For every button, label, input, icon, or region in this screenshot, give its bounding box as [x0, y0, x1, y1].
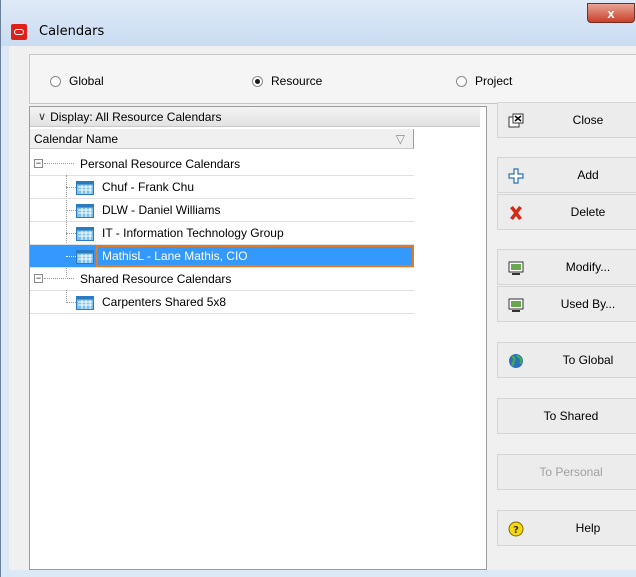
tree-calendar-label: DLW - Daniel Williams	[102, 203, 221, 217]
used-by-button[interactable]: Used By...	[497, 286, 636, 322]
delete-button-label: Delete	[570, 205, 606, 219]
column-header-calendar-name[interactable]: Calendar Name ▽	[30, 129, 414, 149]
globe-icon	[509, 354, 523, 368]
calendar-icon	[76, 227, 94, 241]
calendar-icon	[76, 296, 94, 310]
radio-global-circle[interactable]	[50, 75, 61, 87]
radio-resource-label: Resource	[271, 74, 323, 88]
collapse-icon[interactable]: −	[34, 274, 43, 283]
monitor-edit-icon	[508, 261, 524, 275]
to-personal-button[interactable]: To Personal	[497, 454, 636, 490]
column-header-label: Calendar Name	[34, 131, 119, 146]
close-window-icon	[508, 113, 524, 128]
tree-calendar-label: Carpenters Shared 5x8	[102, 295, 227, 309]
dialog-body: Global Resource Project ∨ Display: All R…	[9, 46, 636, 570]
add-button-label: Add	[577, 168, 599, 182]
filter-icon[interactable]: ▽	[396, 132, 405, 146]
calendar-icon	[76, 181, 94, 195]
tree-row-group[interactable]: − Shared Resource Calendars	[30, 268, 414, 291]
calendars-window: Calendars x Global Resource Project ∨ Di…	[0, 0, 636, 577]
tree-calendar-label: Chuf - Frank Chu	[102, 180, 195, 194]
add-button[interactable]: Add	[497, 157, 636, 193]
radio-global-label: Global	[69, 74, 104, 88]
oracle-app-icon	[11, 24, 27, 40]
display-filter-label: Display: All Resource Calendars	[50, 109, 222, 124]
calendar-type-radio-group: Global Resource Project	[29, 54, 636, 104]
collapse-icon[interactable]: −	[34, 159, 43, 168]
svg-text:?: ?	[513, 525, 519, 536]
tree-calendar-label: IT - Information Technology Group	[102, 226, 284, 240]
radio-project-label: Project	[475, 74, 513, 88]
radio-global[interactable]: Global	[50, 73, 104, 89]
tree-connector	[44, 278, 74, 279]
tree-row-group[interactable]: − Personal Resource Calendars	[30, 153, 414, 176]
to-global-button-label: To Global	[562, 353, 614, 367]
red-x-icon	[510, 206, 522, 220]
help-icon: ?	[508, 521, 524, 537]
tree-row-calendar-selected[interactable]: MathisL - Lane Mathis, CIO	[30, 245, 414, 268]
to-personal-button-label: To Personal	[539, 465, 603, 479]
modify-button[interactable]: Modify...	[497, 249, 636, 285]
tree-row-calendar[interactable]: DLW - Daniel Williams	[30, 199, 414, 222]
modify-button-label: Modify...	[565, 260, 611, 274]
delete-button[interactable]: Delete	[497, 194, 636, 230]
radio-resource-circle[interactable]	[252, 75, 263, 87]
tree-row-calendar[interactable]: Chuf - Frank Chu	[30, 176, 414, 199]
window-title: Calendars	[39, 24, 105, 39]
tree-group-label: Shared Resource Calendars	[80, 272, 232, 286]
tree-row-calendar[interactable]: IT - Information Technology Group	[30, 222, 414, 245]
close-button[interactable]: Close	[497, 102, 636, 138]
radio-resource[interactable]: Resource	[252, 73, 322, 89]
title-bar: Calendars x	[1, 0, 636, 46]
radio-project-circle[interactable]	[456, 75, 467, 87]
calendar-icon	[76, 250, 94, 264]
to-shared-button-label: To Shared	[543, 409, 599, 423]
calendar-tree-panel: ∨ Display: All Resource Calendars Calend…	[29, 106, 487, 570]
tree-calendar-label: MathisL - Lane Mathis, CIO	[102, 249, 248, 263]
tree-row-calendar[interactable]: Carpenters Shared 5x8	[30, 291, 414, 314]
plus-icon	[508, 168, 524, 184]
tree-connector	[44, 163, 74, 164]
to-shared-button[interactable]: To Shared	[497, 398, 636, 434]
chevron-down-icon: ∨	[38, 111, 47, 123]
to-global-button[interactable]: To Global	[497, 342, 636, 378]
display-filter-bar[interactable]: ∨ Display: All Resource Calendars	[30, 107, 480, 127]
help-button[interactable]: ? Help	[497, 510, 636, 546]
close-button-label: Close	[572, 113, 604, 127]
radio-project[interactable]: Project	[456, 73, 512, 89]
used-by-button-label: Used By...	[560, 297, 616, 311]
calendar-icon	[76, 204, 94, 218]
tree-group-label: Personal Resource Calendars	[80, 157, 241, 171]
window-close-button[interactable]: x	[587, 3, 635, 23]
monitor-edit-icon	[508, 298, 524, 312]
help-button-label: Help	[575, 521, 601, 535]
